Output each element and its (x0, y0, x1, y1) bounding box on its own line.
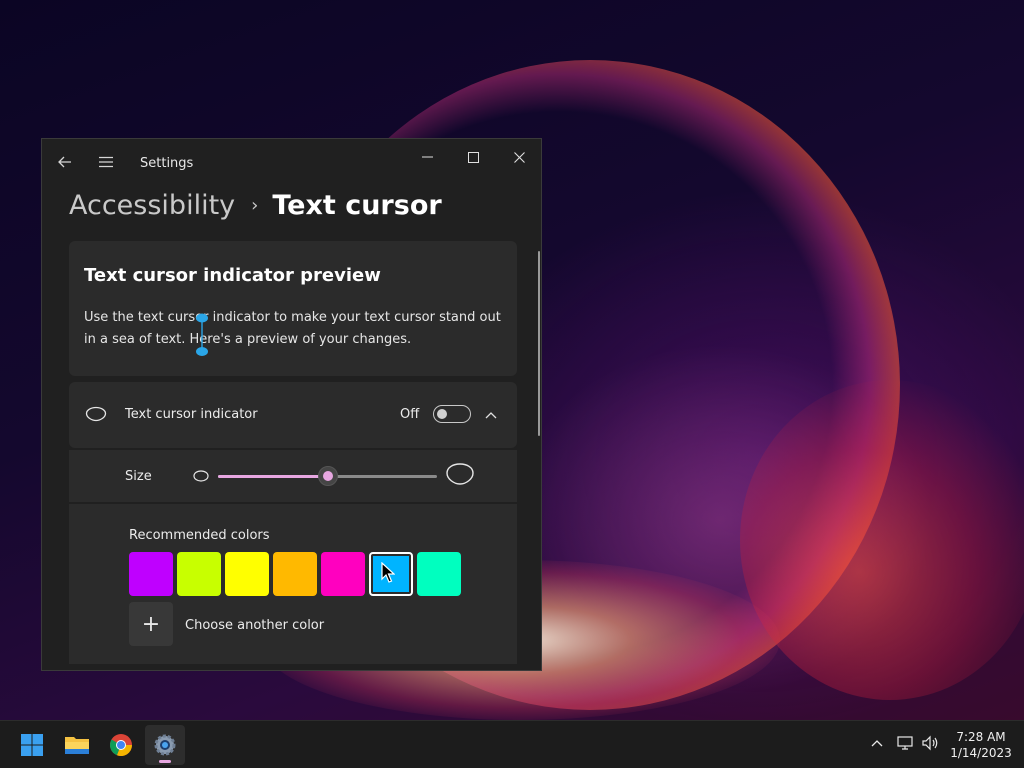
close-button[interactable] (496, 143, 541, 171)
back-arrow-icon (58, 156, 71, 168)
cursor-indicator-icon (85, 406, 107, 422)
maximize-icon (467, 151, 479, 163)
hamburger-icon (99, 156, 113, 168)
app-title: Settings (140, 156, 194, 171)
breadcrumb-accessibility[interactable]: Accessibility (69, 190, 235, 221)
chevron-up-icon[interactable] (485, 411, 497, 419)
small-cursor-icon (193, 470, 209, 482)
maximize-button[interactable] (450, 143, 496, 171)
add-color-button[interactable]: + (129, 602, 173, 646)
indicator-toggle[interactable] (433, 405, 471, 423)
color-swatch[interactable] (177, 552, 221, 596)
breadcrumb: Accessibility › Text cursor (69, 185, 442, 225)
file-explorer-icon (65, 737, 89, 754)
toggle-knob (437, 409, 447, 419)
active-app-indicator (159, 760, 171, 763)
settings-icon (154, 734, 176, 756)
toggle-state-label: Off (400, 407, 420, 422)
close-icon (513, 151, 525, 163)
choose-another-color-label[interactable]: Choose another color (185, 618, 324, 633)
minimize-button[interactable] (404, 143, 450, 171)
color-swatch[interactable] (273, 552, 317, 596)
breadcrumb-chevron-icon: › (251, 194, 259, 216)
recommended-colors-label: Recommended colors (129, 528, 270, 543)
text-cursor-indicator-row[interactable]: Text cursor indicator Off (69, 382, 517, 448)
volume-icon[interactable] (921, 735, 939, 751)
color-swatch[interactable] (417, 552, 461, 596)
color-swatch[interactable] (321, 552, 365, 596)
text-cursor-indicator-icon (196, 313, 208, 356)
taskbar: 7:28 AM 1/14/2023 (0, 720, 1024, 768)
colors-section: Recommended colors + Choose another colo… (69, 504, 517, 664)
scrollbar[interactable] (538, 251, 540, 436)
chevron-up-icon[interactable] (871, 739, 883, 747)
settings-window: Settings Accessibility › Text cursor Tex… (41, 138, 542, 671)
size-slider-fill (218, 475, 328, 478)
back-button[interactable] (50, 147, 80, 177)
color-swatch[interactable] (225, 552, 269, 596)
size-row: Size (69, 450, 517, 502)
preview-card: Text cursor indicator preview Use the te… (69, 241, 517, 376)
clock[interactable]: 7:28 AM 1/14/2023 (946, 729, 1016, 761)
chrome-icon (109, 734, 133, 757)
minimize-icon (421, 156, 433, 158)
clock-time: 7:28 AM (956, 730, 1006, 744)
title-bar: Settings (42, 139, 541, 187)
settings-taskbar-button[interactable] (145, 725, 185, 765)
preview-description: Use the text cursor indicator to make yo… (84, 310, 501, 347)
mouse-pointer-icon (381, 562, 395, 583)
slider-thumb-dot (322, 471, 333, 481)
file-explorer-button[interactable] (57, 725, 97, 765)
preview-title: Text cursor indicator preview (84, 265, 381, 286)
chrome-button[interactable] (101, 725, 141, 765)
color-swatch[interactable] (129, 552, 173, 596)
menu-button[interactable] (91, 147, 121, 177)
page-title: Text cursor (272, 189, 442, 221)
wallpaper-glow (740, 380, 1024, 700)
size-label: Size (125, 469, 152, 484)
color-swatches (129, 552, 461, 596)
size-slider-thumb[interactable] (317, 466, 338, 486)
network-icon[interactable] (897, 735, 915, 751)
start-button[interactable] (12, 725, 52, 765)
clock-date: 1/14/2023 (950, 746, 1012, 760)
windows-start-icon (21, 734, 43, 756)
large-cursor-icon (446, 463, 474, 485)
indicator-label: Text cursor indicator (125, 407, 258, 422)
